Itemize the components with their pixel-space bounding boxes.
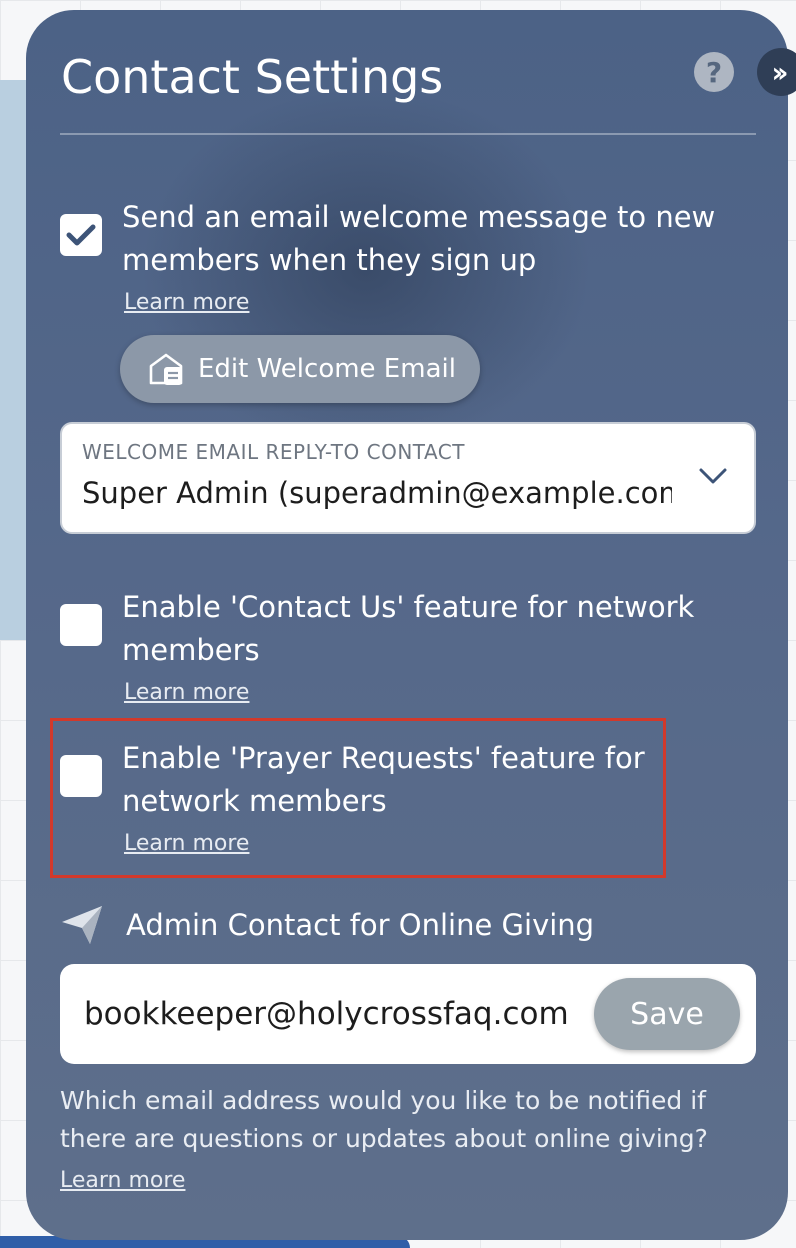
edit-welcome-email-label: Edit Welcome Email <box>198 354 456 384</box>
contact-settings-panel: Contact Settings ? Send an email welcome… <box>26 10 788 1240</box>
reply-to-contact-select[interactable]: WELCOME EMAIL REPLY-TO CONTACT Super Adm… <box>60 422 756 534</box>
welcome-learn-more-link[interactable]: Learn more <box>124 290 249 315</box>
reply-to-contact-label: WELCOME EMAIL REPLY-TO CONTACT <box>82 440 465 464</box>
chevron-down-icon[interactable] <box>698 466 728 486</box>
envelope-open-icon <box>149 353 183 385</box>
online-giving-email-input[interactable] <box>84 990 578 1038</box>
online-giving-email-box: Save <box>60 964 756 1064</box>
contact-us-label: Enable 'Contact Us' feature for network … <box>122 590 695 667</box>
reply-to-contact-value: Super Admin (superadmin@example.com) <box>82 476 672 510</box>
prayer-requests-label: Enable 'Prayer Requests' feature for net… <box>122 741 645 818</box>
edit-welcome-email-button[interactable]: Edit Welcome Email <box>120 335 480 403</box>
welcome-email-checkbox[interactable] <box>60 214 102 256</box>
save-button[interactable]: Save <box>594 978 740 1050</box>
online-giving-header: Admin Contact for Online Giving <box>60 900 594 950</box>
welcome-email-label: Send an email welcome message to new mem… <box>122 200 716 277</box>
contact-us-checkbox[interactable] <box>60 604 102 646</box>
title-divider <box>60 133 756 135</box>
online-giving-help-text: Which email address would you like to be… <box>60 1086 708 1153</box>
online-giving-label: Admin Contact for Online Giving <box>126 908 595 942</box>
question-circle-icon[interactable]: ? <box>694 52 734 92</box>
online-giving-learn-more-link[interactable]: Learn more <box>60 1168 185 1193</box>
checkmark-icon <box>66 224 96 246</box>
prayer-requests-checkbox[interactable] <box>60 755 102 797</box>
panel-title: Contact Settings <box>61 50 444 104</box>
paper-plane-icon <box>62 906 102 944</box>
contact-us-learn-more-link[interactable]: Learn more <box>124 680 249 705</box>
prayer-requests-learn-more-link[interactable]: Learn more <box>124 831 249 856</box>
